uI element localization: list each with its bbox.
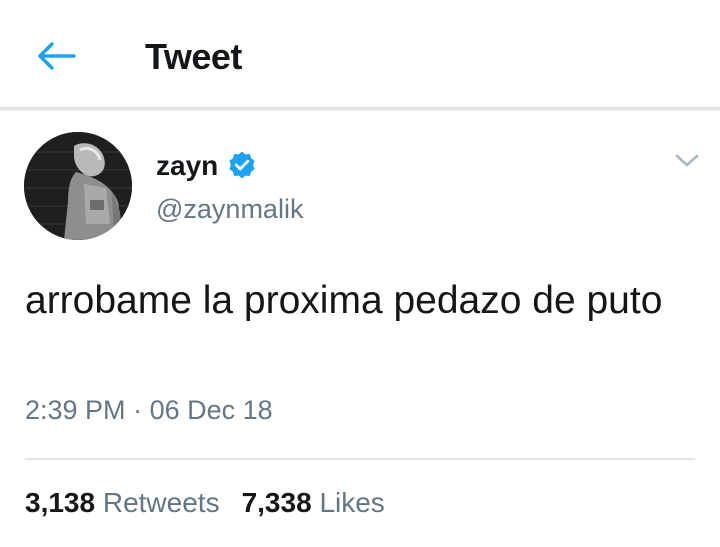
tweet-stats: 3,138 Retweets 7,338 Likes [25, 487, 385, 519]
likes-label: Likes [319, 487, 385, 518]
tweet-time: 2:39 PM [25, 395, 126, 425]
header-divider [0, 107, 720, 111]
author-handle[interactable]: @zaynmalik [156, 194, 303, 225]
divider [25, 458, 695, 460]
retweets-stat[interactable]: 3,138 Retweets [25, 487, 220, 519]
likes-count: 7,338 [241, 487, 312, 518]
page-title: Tweet [145, 36, 242, 77]
back-button[interactable] [30, 36, 86, 76]
arrow-left-icon [38, 42, 76, 70]
tweet-text: arrobame la proxima pedazo de puto [25, 279, 663, 322]
author-name[interactable]: zayn [156, 150, 218, 182]
avatar-image [24, 132, 132, 240]
avatar[interactable] [24, 132, 132, 240]
retweets-count: 3,138 [25, 487, 96, 518]
tweet-timestamp: 2:39 PM · 06 Dec 18 [25, 395, 273, 426]
meta-separator: · [133, 395, 143, 425]
tweet-date: 06 Dec 18 [149, 395, 273, 425]
top-app-bar: Tweet [0, 0, 720, 110]
likes-stat[interactable]: 7,338 Likes [242, 487, 385, 519]
verified-badge-icon [228, 151, 256, 179]
retweets-label: Retweets [102, 487, 220, 518]
tweet-detail-screen: Tweet zayn @zaynmalik arrobame la proxim… [0, 0, 720, 547]
chevron-down-icon[interactable] [672, 150, 702, 172]
